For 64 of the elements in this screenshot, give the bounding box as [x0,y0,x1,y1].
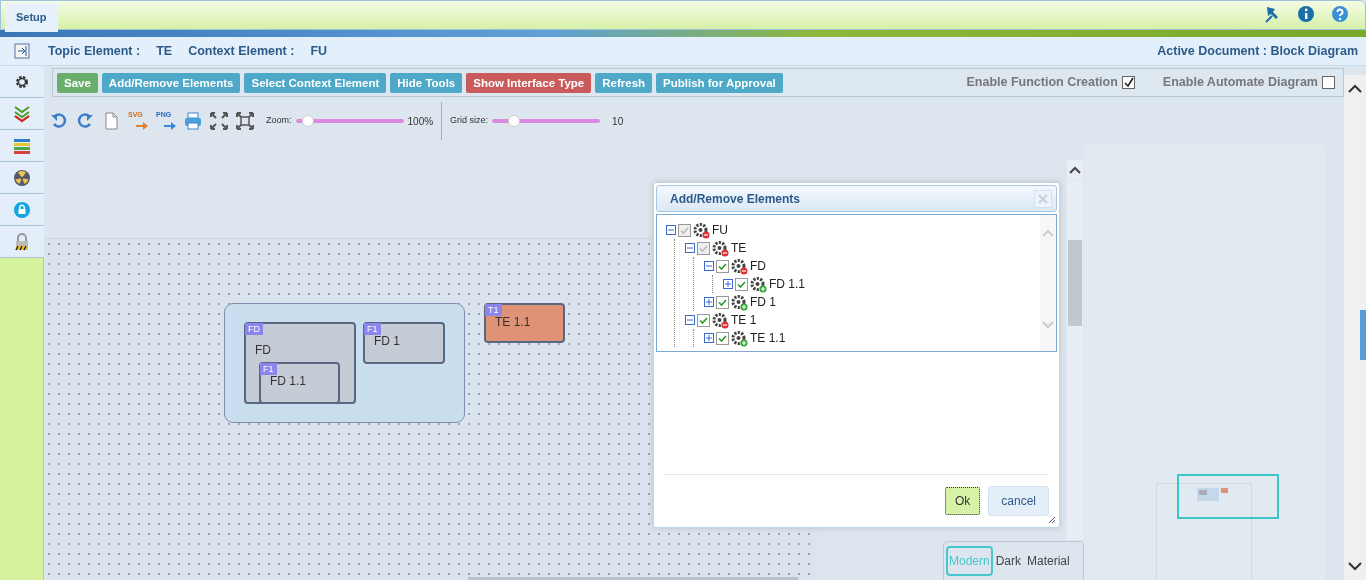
scroll-thumb[interactable] [468,577,798,580]
slider-reading: 100% [407,114,434,129]
help-icon[interactable] [1331,5,1349,23]
gear-icon [731,293,748,311]
block-tag: FD [245,323,263,335]
scroll-up-icon[interactable] [1067,160,1083,180]
scroll-thumb[interactable] [1360,310,1366,360]
slider-thumb[interactable] [507,115,520,127]
lock-icon[interactable] [13,200,31,219]
ok-button[interactable]: Ok [944,487,981,515]
context-label: Context Element : [188,42,295,60]
setup-tab[interactable]: Setup [5,3,58,32]
topic-value: TE [156,42,173,60]
gear-icon [750,275,767,293]
gear-icon [712,239,729,257]
block-tag: T1 [485,304,502,316]
block-tag: F1 [364,323,381,335]
context-value: FU [310,42,328,60]
fullscreen-icon[interactable] [236,112,254,130]
gear-icon [731,329,748,347]
block-label: FD [255,342,271,359]
redo-icon[interactable] [76,112,94,130]
fit-icon[interactable] [210,112,228,130]
block-label: FD 1 [374,333,400,350]
stack-icon[interactable] [13,136,31,155]
collapse-panel-icon[interactable] [14,43,30,59]
scrollbar[interactable] [1067,181,1083,540]
gear-icon [693,221,710,239]
info-icon[interactable] [1297,5,1315,23]
option-label: Enable Function Creation [966,74,1118,92]
theme-tab[interactable]: Material [1024,546,1073,576]
scroll-thumb[interactable] [1068,240,1082,326]
slider-thumb[interactable] [302,115,315,127]
checkbox[interactable] [1121,76,1135,89]
slider-reading: 10 [612,114,624,129]
gear-icon [731,257,748,275]
print-icon[interactable] [184,112,202,130]
theme-tab[interactable]: Dark [992,546,1025,576]
dialog-title: Add/Remove Elements [670,190,802,208]
undo-icon[interactable] [50,112,68,130]
arrow-icon [164,122,176,130]
scroll-down-icon[interactable] [1348,562,1362,571]
active-document-label: Active Document : Block Diagram [1157,42,1358,60]
close-icon [1038,193,1048,204]
cancel-button[interactable]: cancel [988,486,1049,516]
slider-label: Grid size: [450,114,489,128]
scroll-up-icon[interactable] [1348,84,1362,93]
chevrons-icon[interactable] [13,104,31,123]
block-label: FD 1.1 [270,373,306,390]
resize-grip-icon[interactable] [1048,516,1056,524]
page-icon[interactable] [102,112,120,130]
toolbar-button[interactable]: Show Interface Type [466,72,592,93]
topic-label: Topic Element : [48,42,141,60]
arrow-icon [136,122,148,130]
block-label: TE 1.1 [495,314,531,331]
page-scrollbar[interactable] [1344,75,1366,580]
slider-label: Zoom: [266,114,292,128]
hazard-icon[interactable] [13,168,31,187]
option-label: Enable Automate Diagram [1162,74,1318,92]
pin-icon[interactable] [1263,5,1281,23]
block-tag: F1 [260,363,277,375]
gear-icon [712,311,729,329]
checkbox[interactable] [1322,76,1335,89]
padlock-icon[interactable] [13,232,31,251]
